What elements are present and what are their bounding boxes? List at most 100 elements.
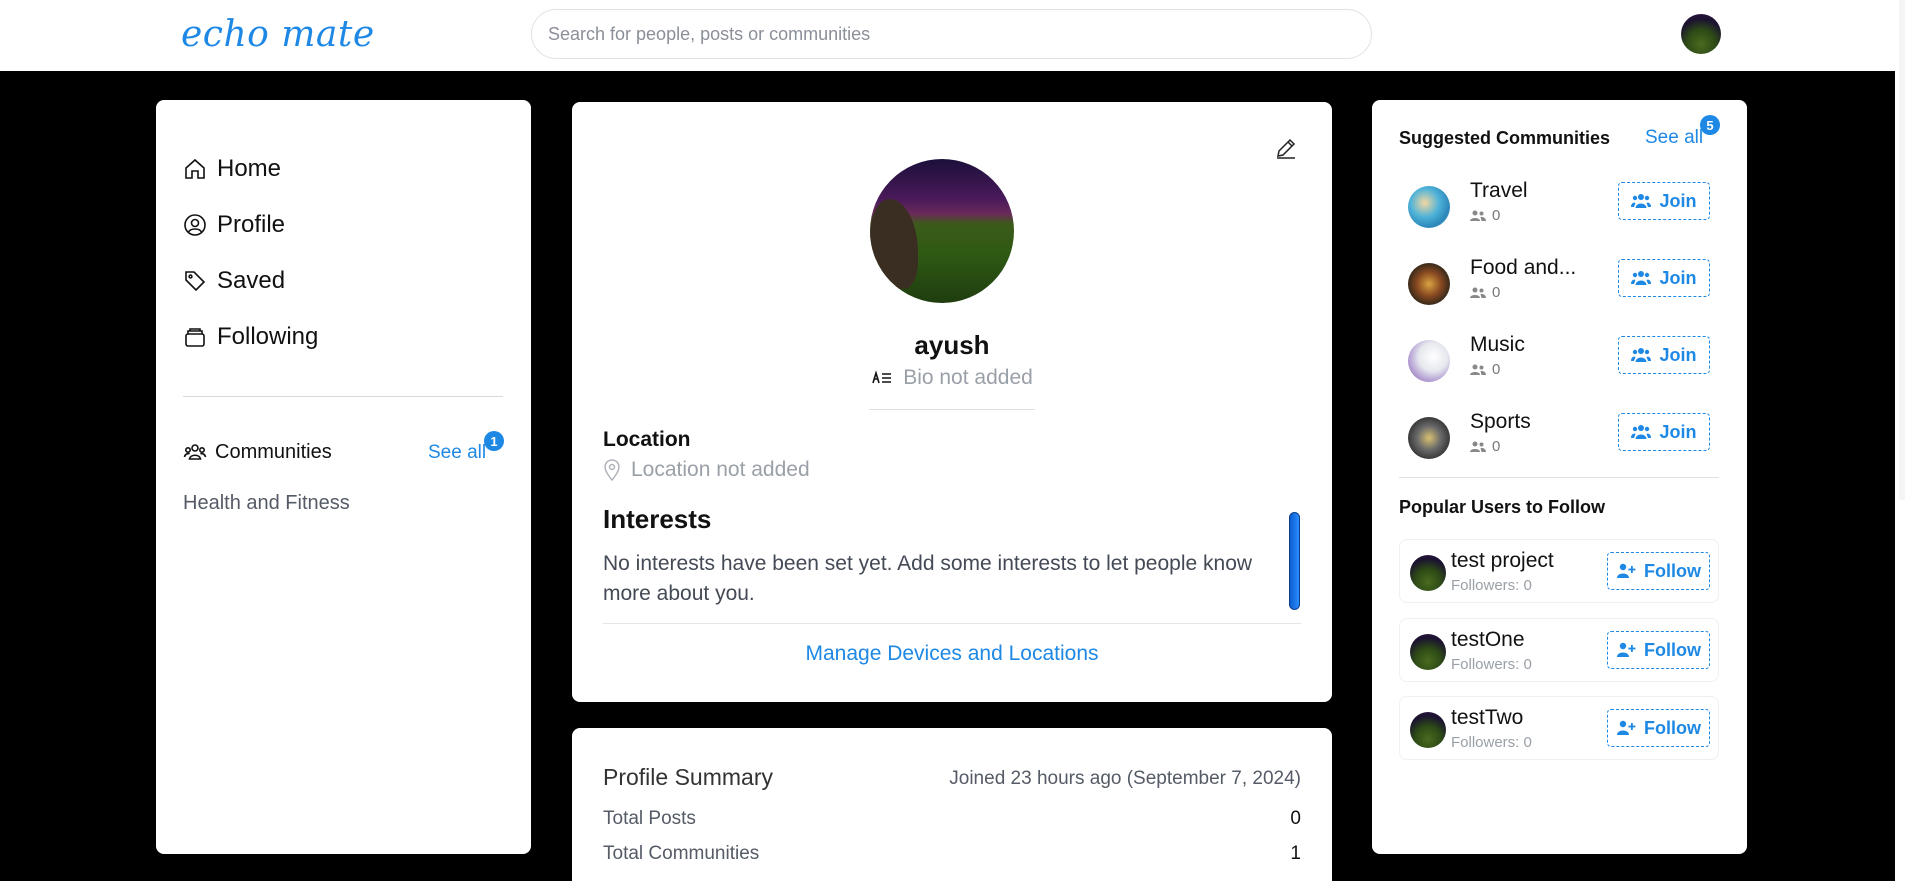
members-icon: [1470, 287, 1486, 298]
app-logo[interactable]: echo mate: [181, 14, 375, 55]
avatar[interactable]: [1410, 634, 1446, 670]
users-icon: [1631, 194, 1652, 208]
member-count: 0: [1492, 284, 1501, 301]
community-thumbnail: [1408, 263, 1450, 305]
members-icon: [1470, 210, 1486, 221]
bio-text: Bio not added: [903, 366, 1033, 389]
manage-devices-link[interactable]: Manage Devices and Locations: [572, 642, 1332, 666]
join-button-sports[interactable]: Join: [1618, 413, 1710, 451]
sidebar-item-label: Home: [217, 155, 282, 182]
user-item-testone: testOne Followers: 0 Follow: [1399, 618, 1719, 682]
bio-divider: [869, 409, 1035, 410]
community-item-music: Music 0 Join: [1408, 333, 1718, 393]
joined-date: Joined 23 hours ago (September 7, 2024): [949, 768, 1301, 789]
community-member-count: 0: [1470, 361, 1500, 378]
follow-label: Follow: [1644, 717, 1701, 738]
archive-icon: [185, 328, 205, 347]
sidebar-item-following[interactable]: Following: [183, 323, 318, 351]
interests-heading: Interests: [603, 504, 712, 534]
summary-row: Total Communities 1: [603, 843, 1301, 865]
follow-label: Follow: [1644, 560, 1701, 581]
sidebar-divider: [183, 396, 503, 397]
user-avatar[interactable]: [1681, 14, 1721, 54]
user-plus-icon: [1617, 563, 1636, 578]
member-count: 0: [1492, 207, 1501, 224]
right-divider: [1399, 477, 1719, 478]
suggested-communities-title: Suggested Communities: [1399, 128, 1611, 148]
edit-pencil-icon[interactable]: [1274, 136, 1298, 160]
communities-label: Communities: [215, 440, 332, 463]
follower-count: Followers: 0: [1451, 734, 1532, 751]
interests-text: No interests have been set yet. Add some…: [603, 552, 1253, 605]
join-button-music[interactable]: Join: [1618, 336, 1710, 374]
search-input[interactable]: [531, 9, 1372, 59]
sidebar-item-label: Profile: [217, 211, 286, 238]
user-plus-icon: [1617, 642, 1636, 657]
sidebar-item-label: Following: [217, 323, 319, 350]
community-name: Music: [1470, 333, 1525, 356]
community-member-count: 0: [1470, 438, 1500, 455]
community-item-food: Food and... 0 Join: [1408, 256, 1718, 316]
users-icon: [183, 444, 207, 460]
sidebar-item-saved[interactable]: Saved: [183, 267, 285, 295]
join-label: Join: [1659, 421, 1697, 442]
summary-row-label: Total Communities: [603, 843, 760, 864]
follow-button-test-project[interactable]: Follow: [1607, 552, 1710, 590]
top-bar: echo mate: [0, 0, 1907, 71]
join-label: Join: [1659, 344, 1697, 365]
join-button-travel[interactable]: Join: [1618, 182, 1710, 220]
avatar[interactable]: [1410, 555, 1446, 591]
community-member-count: 0: [1470, 284, 1500, 301]
sidebar-item-profile[interactable]: Profile: [183, 211, 285, 239]
avatar[interactable]: [1410, 712, 1446, 748]
follow-button-testone[interactable]: Follow: [1607, 631, 1710, 669]
communities-heading: Communities: [183, 440, 332, 464]
members-icon: [1470, 441, 1486, 452]
page-scrollbar[interactable]: [1895, 0, 1907, 881]
users-icon: [1631, 348, 1652, 362]
community-name: Travel: [1470, 179, 1528, 202]
suggested-see-all-link[interactable]: See all: [1645, 127, 1703, 149]
left-sidebar: Home Profile Saved Following Communities…: [156, 100, 531, 854]
community-thumbnail: [1408, 186, 1450, 228]
follow-button-testtwo[interactable]: Follow: [1607, 709, 1710, 747]
user-circle-icon: [184, 214, 206, 236]
home-icon: [185, 158, 205, 179]
follower-count: Followers: 0: [1451, 656, 1532, 673]
community-member-count: 0: [1470, 207, 1500, 224]
member-count: 0: [1492, 438, 1501, 455]
location-value: Location not added: [631, 458, 810, 481]
community-thumbnail: [1408, 417, 1450, 459]
profile-card: ayush Bio not added Location Location no…: [572, 102, 1332, 702]
map-pin-icon: [604, 459, 620, 481]
communities-count-badge: 1: [484, 431, 504, 451]
follower-count: Followers: 0: [1451, 577, 1532, 594]
profile-name: ayush: [914, 330, 990, 360]
user-name[interactable]: testOne: [1451, 628, 1525, 652]
join-label: Join: [1659, 267, 1697, 288]
user-plus-icon: [1617, 720, 1636, 735]
members-icon: [1470, 364, 1486, 375]
profile-avatar[interactable]: [870, 159, 1014, 303]
right-sidebar: Suggested Communities See all 5 Travel 0…: [1372, 100, 1747, 854]
community-name: Food and...: [1470, 256, 1577, 279]
summary-row-value: 0: [1290, 808, 1301, 829]
community-name: Sports: [1470, 410, 1531, 433]
join-label: Join: [1659, 190, 1697, 211]
user-name[interactable]: testTwo: [1451, 706, 1523, 730]
community-thumbnail: [1408, 340, 1450, 382]
community-item-sports: Sports 0 Join: [1408, 410, 1718, 470]
sidebar-item-home[interactable]: Home: [183, 155, 281, 183]
community-item-travel: Travel 0 Join: [1408, 179, 1718, 239]
community-link-health-fitness[interactable]: Health and Fitness: [183, 492, 350, 515]
interests-scrollbar[interactable]: [1289, 512, 1300, 610]
suggested-count-badge: 5: [1700, 115, 1720, 135]
users-icon: [1631, 425, 1652, 439]
communities-see-all-link[interactable]: See all: [428, 442, 486, 464]
bio-icon: [872, 370, 892, 384]
scrollbar-thumb[interactable]: [1899, 0, 1905, 500]
join-button-food[interactable]: Join: [1618, 259, 1710, 297]
location-row: Location not added: [603, 458, 810, 482]
users-icon: [1631, 271, 1652, 285]
user-name[interactable]: test project: [1451, 549, 1554, 573]
